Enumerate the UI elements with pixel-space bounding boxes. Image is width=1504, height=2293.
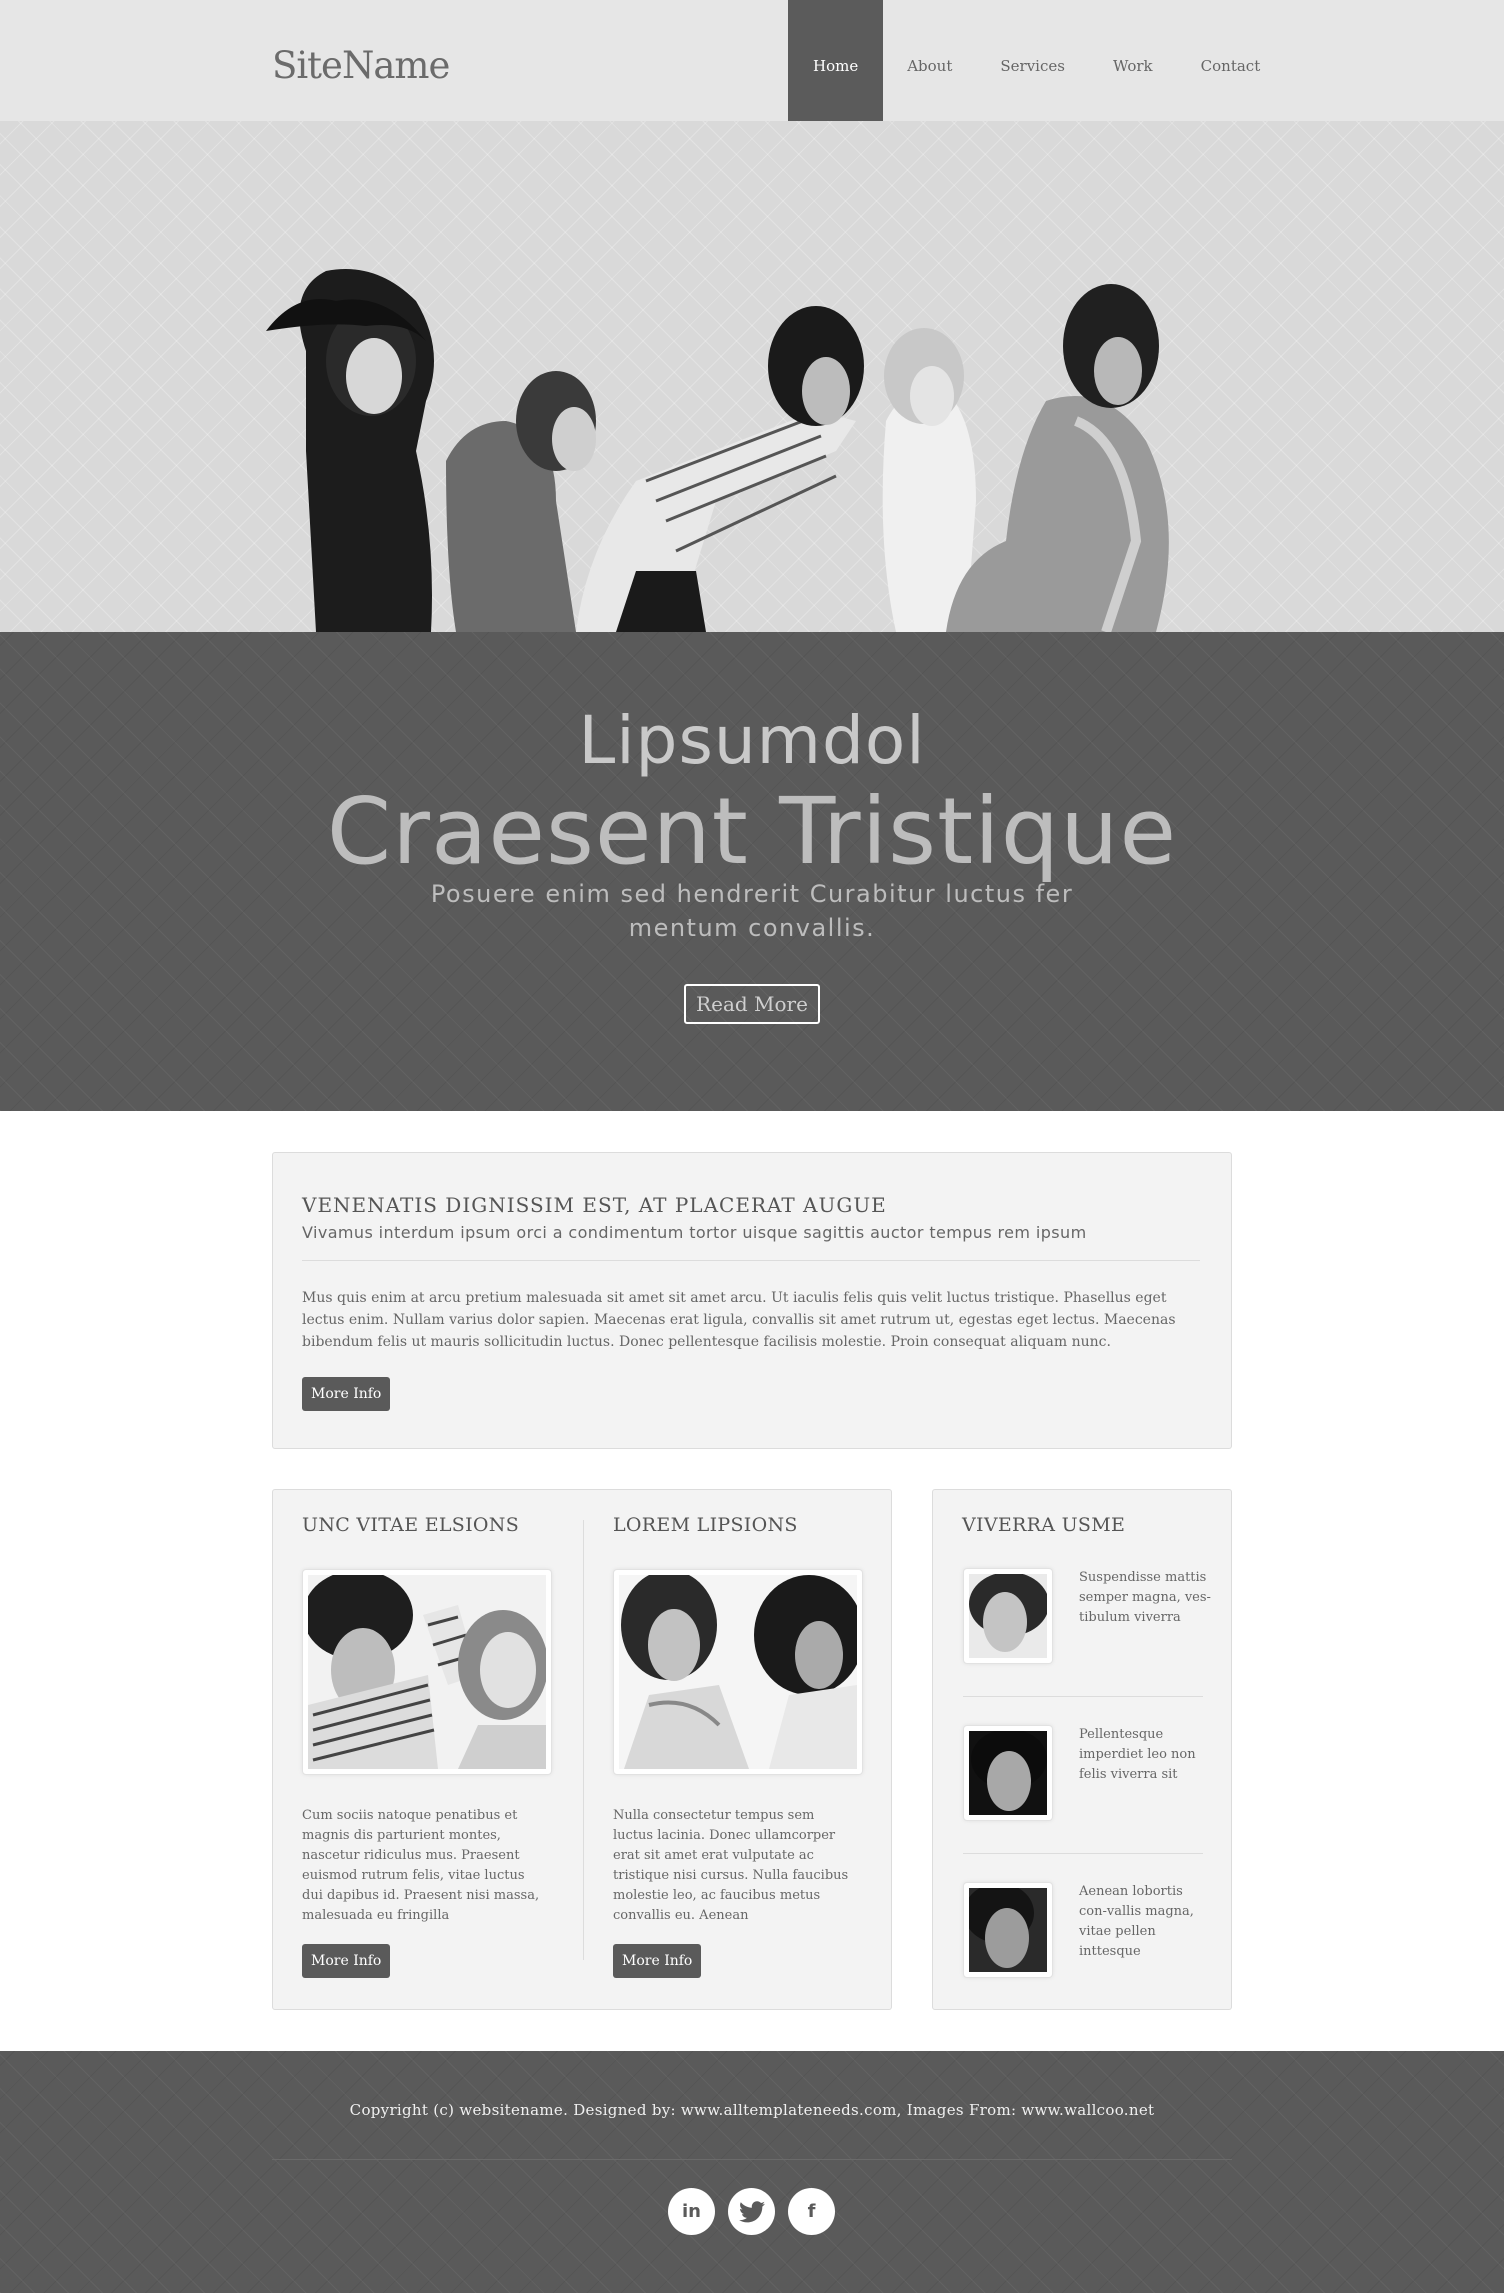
- sidebar-thumbnail[interactable]: [963, 1725, 1053, 1821]
- intro-box: VENENATIS DIGNISSIM EST, AT PLACERAT AUG…: [272, 1152, 1232, 1449]
- sidebar-title: VIVERRA USME: [962, 1514, 1126, 1536]
- column-title: LOREM LIPSIONS: [613, 1514, 798, 1536]
- portrait-photo: [964, 1883, 1047, 1972]
- site-logo[interactable]: SiteName: [272, 44, 450, 87]
- models-photo: [619, 1570, 864, 1769]
- main-content: VENENATIS DIGNISSIM EST, AT PLACERAT AUG…: [0, 1111, 1504, 2051]
- column-text: Nulla consectetur tempus sem luctus laci…: [613, 1808, 849, 1923]
- columns-box: UNC VITAE ELSIONS Cum sociis natoque pen…: [272, 1489, 892, 2010]
- sidebar-item-text: Suspendisse mattis semper magna, ves-tib…: [1079, 1570, 1211, 1625]
- intro-body: Mus quis enim at arcu pretium malesuada …: [302, 1290, 1176, 1350]
- divider: [302, 1260, 1200, 1261]
- social-links: in f: [668, 2188, 835, 2235]
- facebook-icon[interactable]: f: [788, 2188, 835, 2235]
- sidebar-thumbnail[interactable]: [963, 1882, 1053, 1978]
- portrait-photo: [969, 1572, 1049, 1658]
- column-more-info-button[interactable]: More Info: [302, 1944, 391, 1978]
- divider: [272, 2159, 1232, 2160]
- column-image: [613, 1569, 864, 1775]
- portrait-photo: [969, 1729, 1047, 1815]
- intro-heading: VENENATIS DIGNISSIM EST, AT PLACERAT AUG…: [302, 1193, 887, 1217]
- sidebar-item-text: Pellentesque imperdiet leo non felis viv…: [1079, 1727, 1196, 1782]
- site-header: SiteName Home About Services Work Contac…: [0, 0, 1504, 121]
- banner-text: Posuere enim sed hendrerit Curabitur luc…: [430, 880, 1074, 942]
- intro-lead: Vivamus interdum ipsum orci a condimentu…: [302, 1223, 1087, 1242]
- main-nav: Home About Services Work Contact: [788, 0, 1284, 121]
- nav-item-about[interactable]: About: [883, 0, 976, 121]
- nav-item-services[interactable]: Services: [976, 0, 1089, 121]
- column-image: [302, 1569, 552, 1775]
- banner-title: Craesent Tristique: [326, 778, 1178, 885]
- hero-banner: Lipsumdol Craesent Tristique Posuere eni…: [0, 632, 1504, 1111]
- copyright-text: Copyright (c) websitename. Designed by: …: [349, 2101, 1155, 2119]
- read-more-button[interactable]: Read More: [684, 984, 820, 1024]
- nav-item-work[interactable]: Work: [1089, 0, 1177, 121]
- column-text: Cum sociis natoque penatibus et magnis d…: [302, 1808, 540, 1923]
- divider: [963, 1853, 1203, 1854]
- column-title: UNC VITAE ELSIONS: [302, 1514, 520, 1536]
- fashion-models-photo: [266, 269, 1169, 632]
- column-divider: [583, 1520, 584, 1960]
- models-photo: [303, 1570, 548, 1769]
- hero-image: [0, 121, 1504, 632]
- sidebar-thumbnail[interactable]: [963, 1568, 1053, 1664]
- sidebar-item-text: Aenean lobortis con-vallis magna, vitae …: [1079, 1884, 1194, 1959]
- twitter-bird-icon: [738, 2201, 765, 2223]
- intro-more-info-button[interactable]: More Info: [302, 1377, 391, 1411]
- sidebar-box: VIVERRA USME Suspendisse mattis semper m…: [932, 1489, 1232, 2010]
- linkedin-icon[interactable]: in: [668, 2188, 715, 2235]
- column-more-info-button[interactable]: More Info: [613, 1944, 702, 1978]
- banner-subtitle: Lipsumdol: [578, 702, 926, 779]
- nav-item-home[interactable]: Home: [788, 0, 884, 121]
- site-footer: Copyright (c) websitename. Designed by: …: [0, 2051, 1504, 2293]
- divider: [963, 1696, 1203, 1697]
- nav-item-contact[interactable]: Contact: [1177, 0, 1285, 121]
- twitter-icon[interactable]: [728, 2188, 775, 2235]
